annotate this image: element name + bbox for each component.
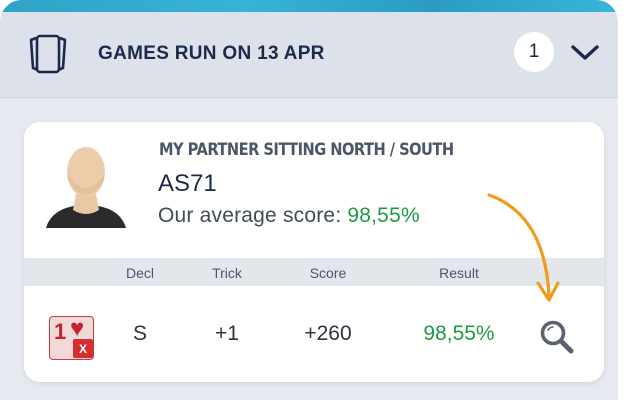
table-row[interactable]: 1 ♥ X S +1 +260 98,55%	[24, 286, 604, 382]
column-header-decl: Decl	[125, 265, 155, 281]
games-panel: GAMES RUN ON 13 APR 1 MY PARTNER SITTING…	[0, 0, 618, 400]
column-header-score: Score	[309, 265, 347, 281]
pair-name: AS71	[158, 170, 217, 197]
cell-result: 98,55%	[423, 322, 495, 345]
contract-level: 1	[54, 319, 67, 344]
column-header-result: Result	[439, 265, 479, 281]
top-banner-strip	[0, 0, 618, 12]
game-card: MY PARTNER SITTING NORTH / SOUTH AS71 Ou…	[24, 122, 604, 382]
cards-icon	[29, 34, 67, 74]
avatar	[46, 147, 126, 228]
chevron-down-icon[interactable]	[570, 44, 600, 62]
average-score-label: Our average score:	[158, 204, 348, 227]
games-count-badge: 1	[514, 32, 554, 72]
heart-suit-icon: ♥	[70, 316, 85, 342]
cell-trick: +1	[215, 322, 239, 345]
magnifier-icon[interactable]	[538, 318, 576, 356]
cell-decl: S	[132, 322, 148, 345]
table-header: Decl Trick Score Result	[24, 258, 604, 286]
cell-score: +260	[304, 322, 352, 345]
contract-bid-icon: 1 ♥ X	[49, 316, 94, 360]
partner-direction-label: MY PARTNER SITTING NORTH / SOUTH	[159, 140, 454, 160]
column-header-trick: Trick	[212, 265, 242, 281]
doubled-marker: X	[73, 339, 93, 358]
average-score-line: Our average score: 98,55%	[158, 204, 420, 228]
games-date-title: GAMES RUN ON 13 APR	[98, 43, 325, 64]
average-score-value: 98,55%	[347, 204, 420, 227]
games-header[interactable]: GAMES RUN ON 13 APR 1	[0, 12, 618, 98]
